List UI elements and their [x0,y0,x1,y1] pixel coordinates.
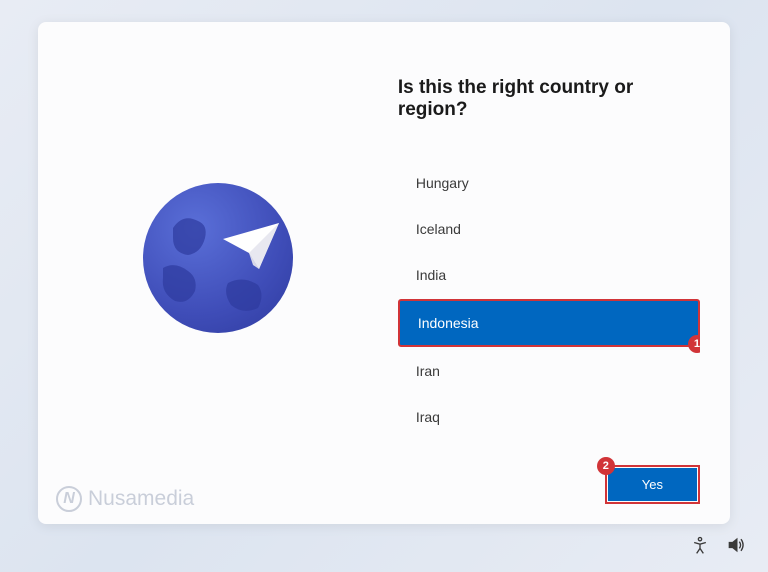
list-item[interactable]: Iceland [398,207,700,251]
annotation-marker-1: 1 [688,335,700,353]
setup-card: N Nusamedia Is this the right country or… [38,22,730,524]
illustration-pane: N Nusamedia [38,22,398,524]
yes-button[interactable]: Yes [608,468,697,501]
watermark-logo-icon: N [56,486,82,512]
list-item[interactable]: Iran [398,349,700,393]
annotation-marker-2: 2 [597,457,615,475]
page-title: Is this the right country or region? [398,77,700,121]
globe-icon [143,183,293,333]
list-item[interactable]: India [398,253,700,297]
list-item[interactable]: Iraq [398,395,700,439]
country-list[interactable]: Hungary Iceland India Indonesia 1 Iran I… [398,161,700,494]
volume-icon[interactable] [726,535,746,560]
yes-button-highlight: 2 Yes [605,465,700,504]
taskbar-icons [690,535,746,560]
list-item-selected[interactable]: Indonesia 1 [398,299,700,347]
watermark-text: Nusamedia [88,487,194,511]
content-pane: Is this the right country or region? Hun… [398,22,730,524]
watermark: N Nusamedia [56,486,194,512]
list-item-label: Indonesia [418,315,479,331]
accessibility-icon[interactable] [690,535,710,560]
list-item[interactable]: Hungary [398,161,700,205]
